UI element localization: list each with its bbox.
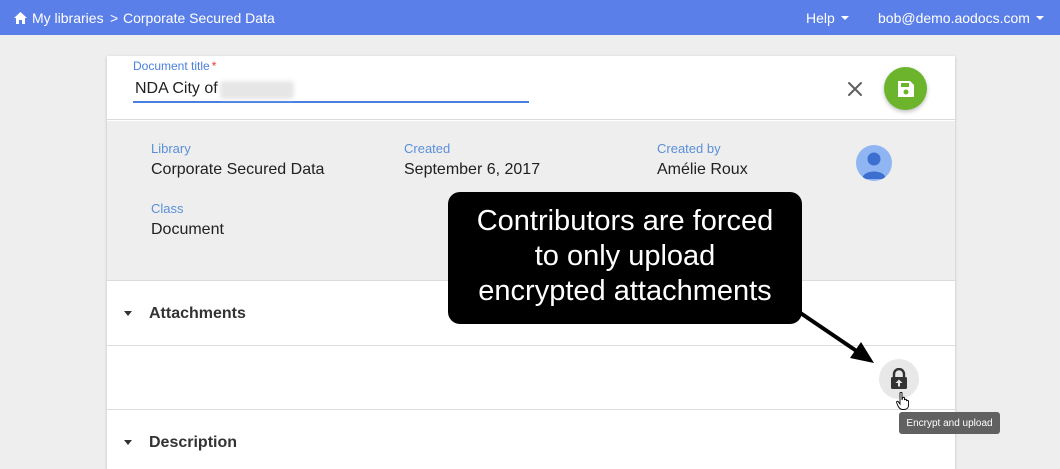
title-area: Document title *	[107, 56, 955, 120]
caret-down-icon	[124, 440, 132, 445]
redacted-text	[220, 81, 294, 99]
class-label: Class	[151, 201, 184, 216]
lock-icon	[891, 368, 907, 389]
top-bar: My libraries > Corporate Secured Data He…	[0, 0, 1060, 35]
attachments-title: Attachments	[149, 305, 246, 322]
close-icon[interactable]	[845, 79, 865, 99]
document-title-label-text: Document title	[133, 59, 210, 73]
created-label: Created	[404, 141, 451, 156]
user-avatar-icon[interactable]	[856, 145, 892, 181]
library-label: Library	[151, 141, 191, 156]
document-title-label: Document title *	[133, 59, 216, 73]
breadcrumb-separator: >	[110, 9, 119, 26]
document-title-input[interactable]	[133, 77, 529, 103]
attachments-body	[107, 346, 955, 410]
help-label: Help	[806, 9, 835, 26]
breadcrumb-home-label: My libraries	[32, 9, 104, 26]
created-by-value: Amélie Roux	[657, 161, 748, 178]
avatar-graphic	[862, 152, 886, 179]
breadcrumb-current[interactable]: Corporate Secured Data	[123, 0, 275, 35]
callout-line: Contributors are forced	[476, 205, 774, 237]
library-value: Corporate Secured Data	[151, 161, 325, 178]
callout-line: encrypted attachments	[478, 275, 772, 307]
breadcrumb-home[interactable]: My libraries	[14, 0, 104, 35]
pointer-hand-icon	[896, 392, 909, 410]
home-icon	[14, 11, 27, 24]
created-value: September 6, 2017	[404, 161, 541, 178]
user-label: bob@demo.aodocs.com	[878, 9, 1030, 26]
required-mark: *	[211, 59, 217, 73]
callout-line: to only upload	[534, 240, 716, 272]
created-by-label: Created by	[657, 141, 721, 156]
user-menu[interactable]: bob@demo.aodocs.com	[878, 0, 1044, 35]
encrypt-upload-tooltip: Encrypt and upload	[899, 412, 1000, 434]
save-button[interactable]	[884, 67, 927, 110]
description-title: Description	[149, 434, 238, 451]
class-value: Document	[151, 221, 224, 238]
save-icon	[897, 80, 914, 97]
help-menu[interactable]: Help	[806, 0, 849, 35]
chevron-down-icon	[840, 15, 849, 20]
caret-down-icon	[124, 311, 132, 316]
annotation-callout: Contributors are forced to only upload e…	[448, 192, 802, 324]
description-section-header[interactable]: Description	[107, 411, 955, 469]
chevron-down-icon	[1035, 15, 1044, 20]
